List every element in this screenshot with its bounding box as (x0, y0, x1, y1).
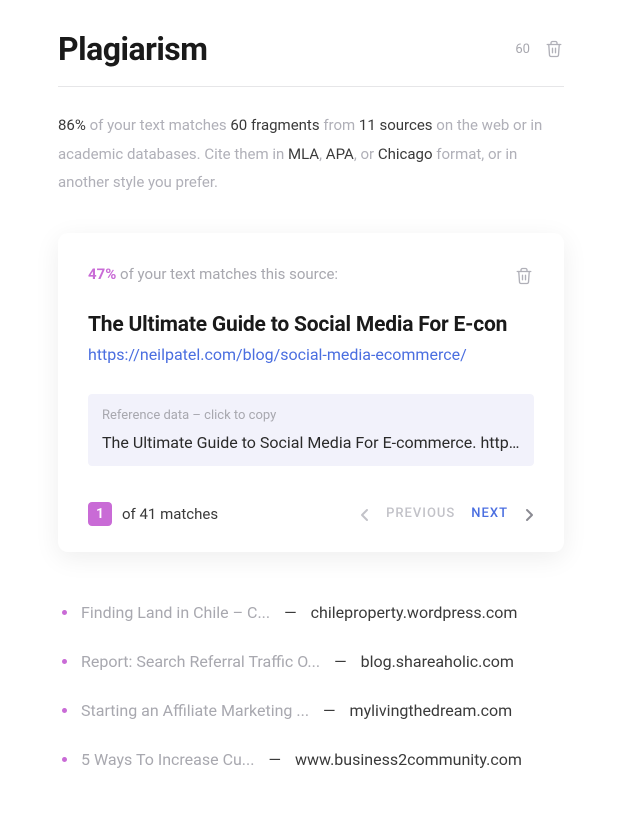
prev-button[interactable]: PREVIOUS (386, 506, 455, 521)
chevron-left-icon (360, 508, 370, 522)
cite-mla[interactable]: MLA (288, 145, 319, 163)
chevron-right-icon (524, 508, 534, 522)
page-current: 1 (88, 502, 112, 526)
next-arrow[interactable] (524, 507, 534, 521)
trash-icon (545, 39, 563, 59)
summary-text: 86% of your text matches 60 fragments fr… (58, 111, 564, 197)
source-item-domain: chileproperty.wordpress.com (311, 603, 518, 622)
trash-icon (515, 266, 533, 286)
header: Plagiarism 60 (58, 30, 564, 87)
source-item-domain: www.business2community.com (295, 750, 522, 769)
reference-text: The Ultimate Guide to Social Media For E… (102, 433, 520, 452)
page-title: Plagiarism (58, 30, 207, 68)
list-item[interactable]: Starting an Affiliate Marketing ... — my… (62, 686, 560, 735)
match-pager: 1 of 41 matches PREVIOUS NEXT (88, 502, 534, 526)
other-sources-list: Finding Land in Chile – C... — chileprop… (58, 588, 564, 784)
fragment-count: 60 (515, 42, 530, 57)
source-item-title: Starting an Affiliate Marketing ... (81, 701, 309, 720)
cite-chicago[interactable]: Chicago (378, 145, 433, 163)
bullet-icon (62, 708, 67, 713)
source-card: 47% of your text matches this source: Th… (58, 233, 564, 552)
reference-label: Reference data – click to copy (102, 408, 520, 423)
list-item[interactable]: 5 Ways To Increase Cu... — www.business2… (62, 735, 560, 784)
delete-all-button[interactable] (544, 38, 564, 60)
summary-pct: 86% (58, 116, 86, 134)
source-item-title: Report: Search Referral Traffic O... (81, 652, 320, 671)
delete-source-button[interactable] (514, 265, 534, 287)
source-title: The Ultimate Guide to Social Media For E… (88, 313, 534, 337)
summary-sources: 11 sources (359, 116, 433, 134)
page-total: of 41 matches (122, 505, 218, 523)
source-url[interactable]: https://neilpatel.com/blog/social-media-… (88, 345, 534, 364)
bullet-icon (62, 659, 67, 664)
list-item[interactable]: Finding Land in Chile – C... — chileprop… (62, 588, 560, 637)
source-item-domain: blog.shareaholic.com (361, 652, 514, 671)
source-item-domain: mylivingthedream.com (350, 701, 513, 720)
bullet-icon (62, 610, 67, 615)
bullet-icon (62, 757, 67, 762)
summary-fragments: 60 fragments (230, 116, 319, 134)
cite-apa[interactable]: APA (326, 145, 354, 163)
source-match-line: 47% of your text matches this source: (88, 265, 338, 283)
next-button[interactable]: NEXT (471, 506, 508, 521)
reference-copy-box[interactable]: Reference data – click to copy The Ultim… (88, 394, 534, 466)
source-item-title: Finding Land in Chile – C... (81, 603, 270, 622)
list-item[interactable]: Report: Search Referral Traffic O... — b… (62, 637, 560, 686)
source-match-pct: 47% (88, 265, 116, 283)
source-item-title: 5 Ways To Increase Cu... (81, 750, 254, 769)
prev-arrow[interactable] (360, 507, 370, 521)
header-actions: 60 (515, 38, 564, 60)
